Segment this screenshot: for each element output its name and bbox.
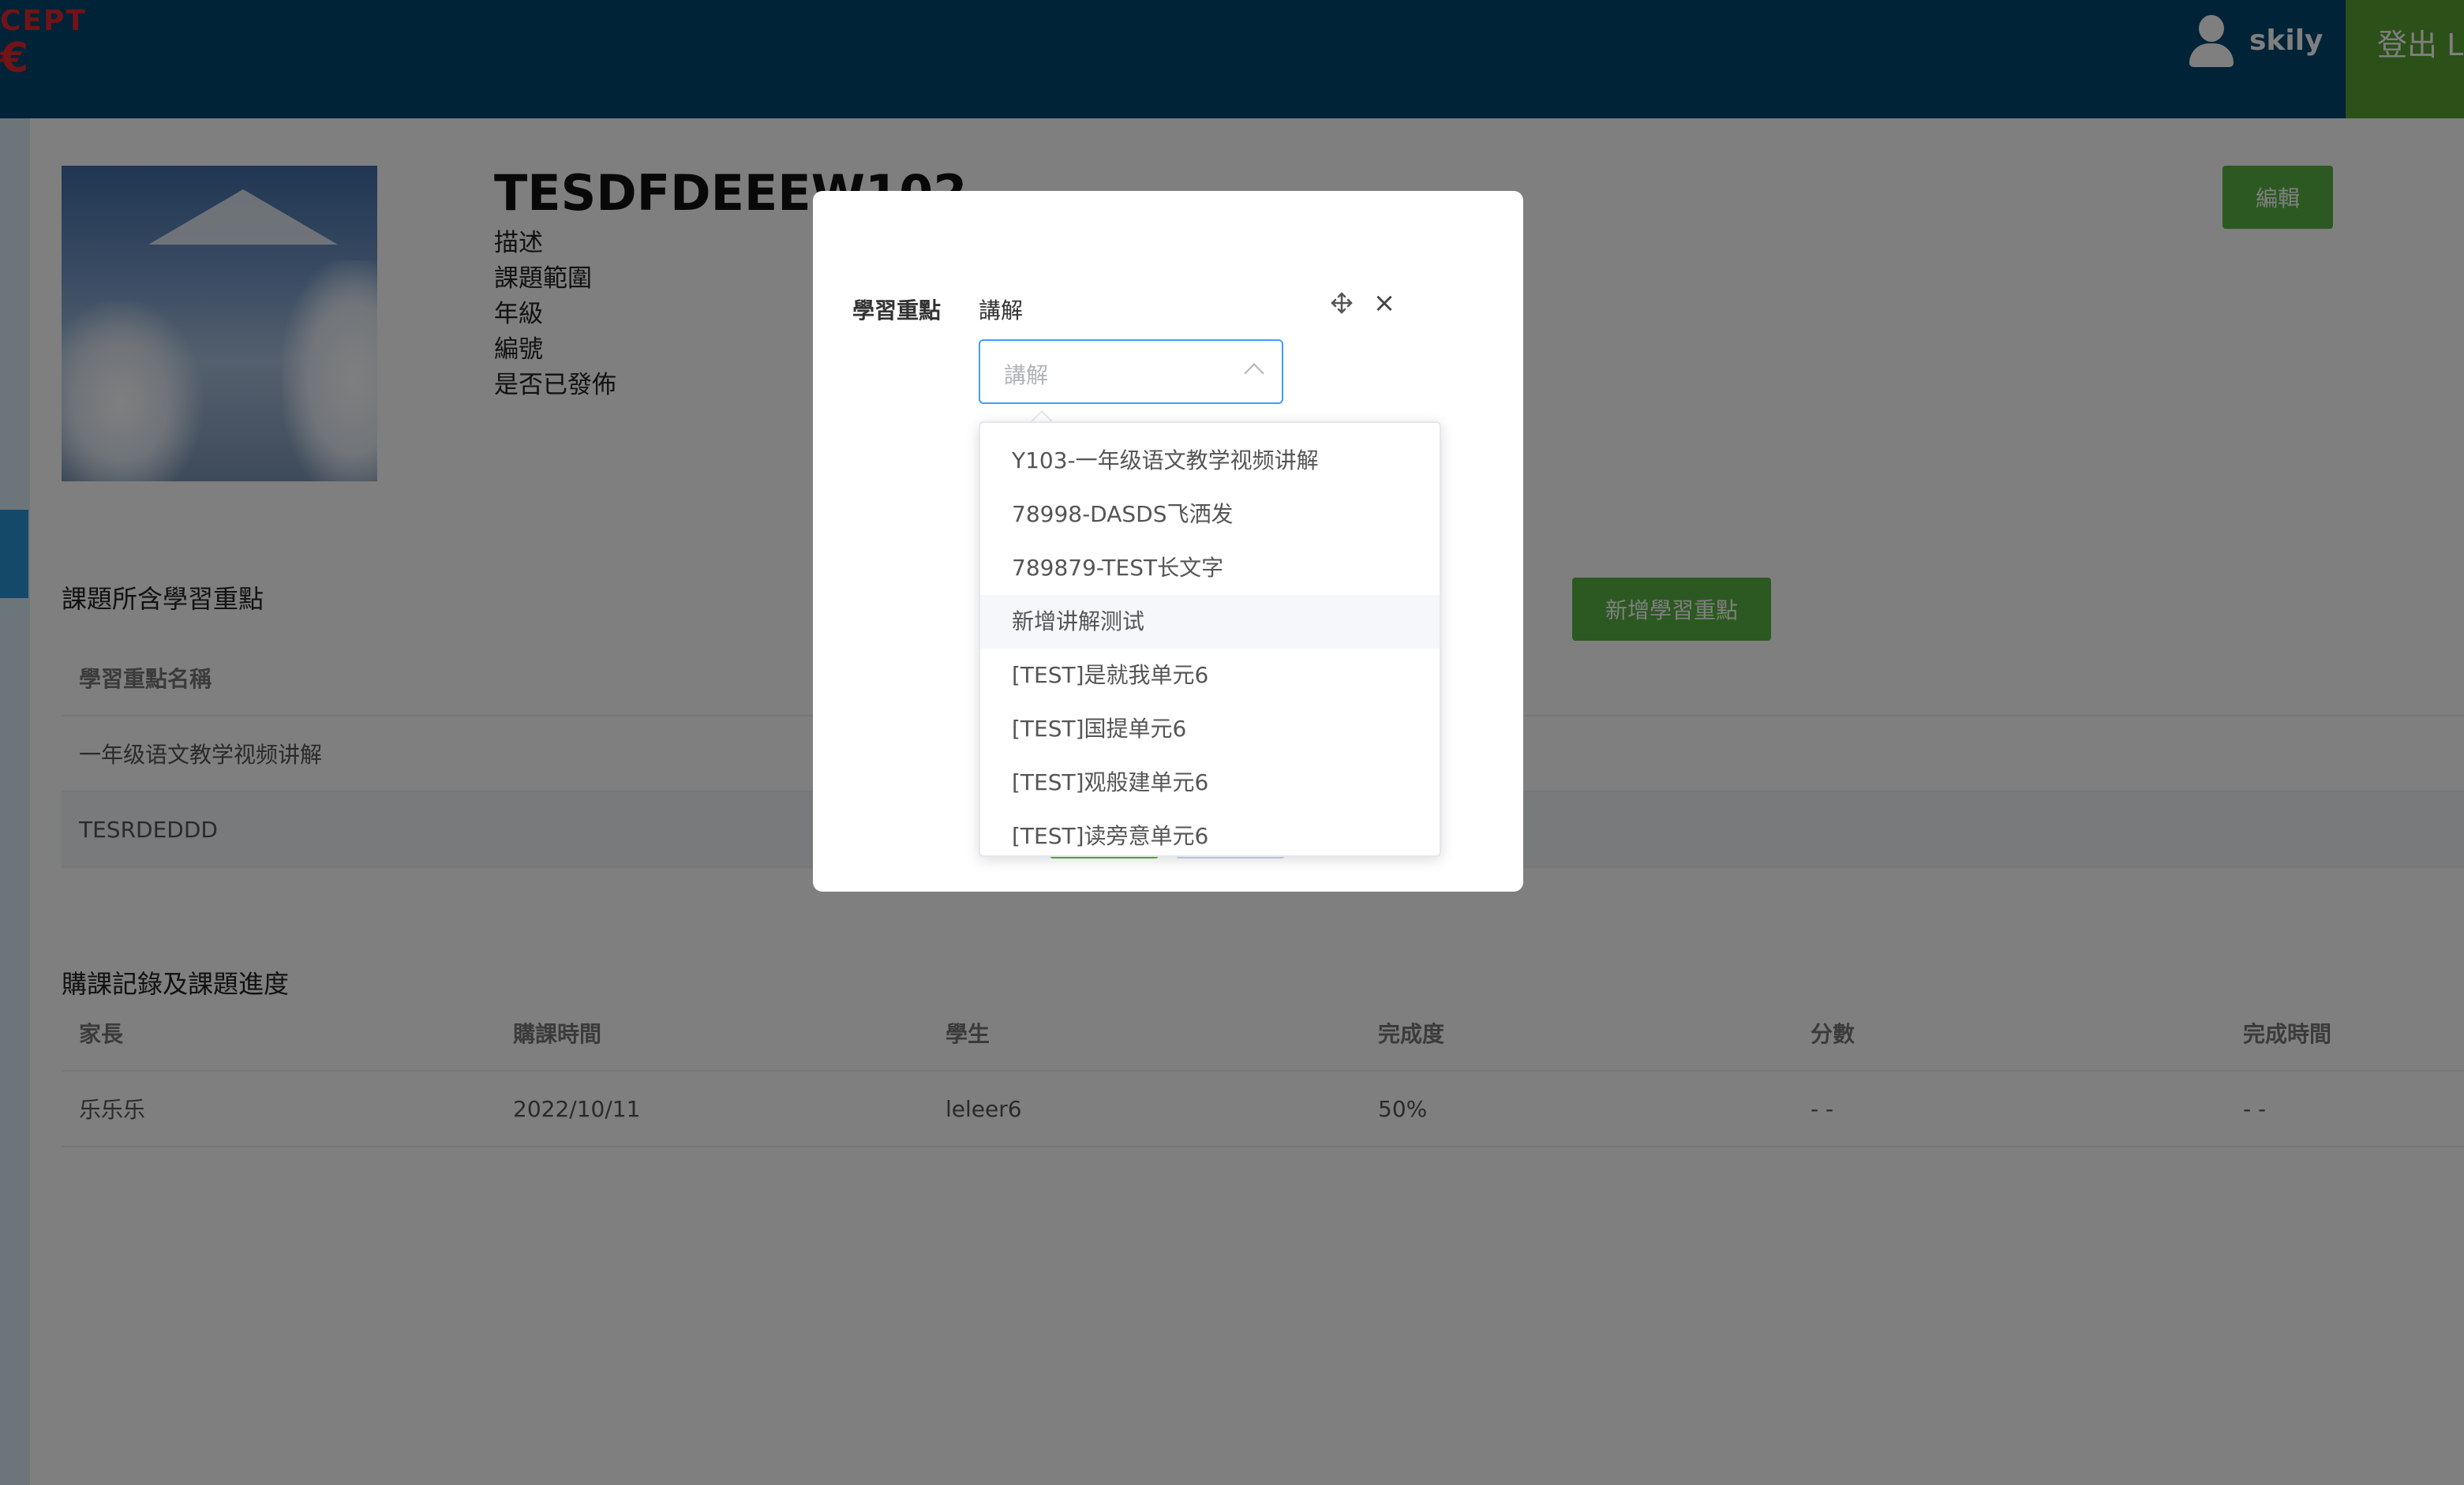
focus-dropdown: Y103-一年级语文教学视频讲解 78998-DASDS飞洒发 789879-T… (979, 421, 1441, 857)
dropdown-option[interactable]: [TEST]读旁意单元6 (980, 810, 1440, 855)
focus-select[interactable]: 講解 (979, 339, 1283, 404)
dropdown-option[interactable]: Y103-一年级语文教学视频讲解 (980, 434, 1440, 488)
move-icon[interactable] (1326, 287, 1357, 319)
select-placeholder: 講解 (1004, 362, 1049, 388)
dropdown-option[interactable]: 78998-DASDS飞洒发 (980, 488, 1440, 541)
chevron-up-icon (1244, 363, 1264, 383)
dropdown-option[interactable]: 新增讲解测试 (980, 595, 1440, 649)
dropdown-option[interactable]: 789879-TEST长文字 (980, 541, 1440, 595)
dropdown-option[interactable]: [TEST]是就我单元6 (980, 649, 1440, 702)
dropdown-option[interactable]: [TEST]观般建单元6 (980, 756, 1440, 810)
focus-field-label: 學習重點 (852, 297, 942, 324)
focus-type-text: 講解 (979, 297, 1024, 324)
dropdown-option[interactable]: [TEST]国提单元6 (980, 702, 1440, 756)
close-icon[interactable]: × (1370, 289, 1399, 317)
